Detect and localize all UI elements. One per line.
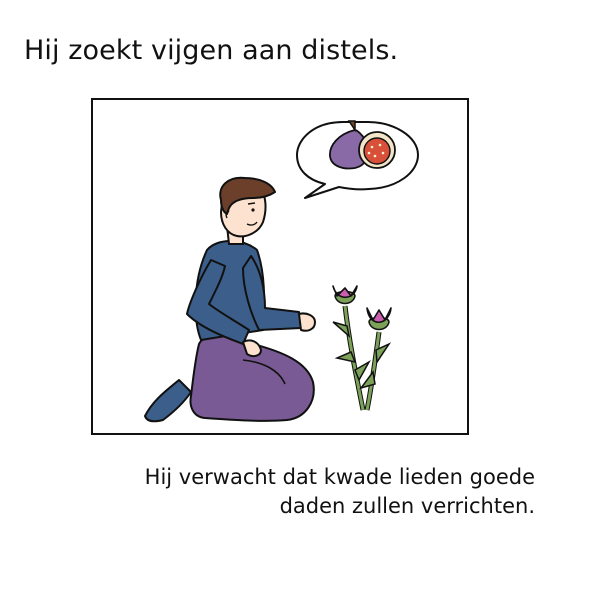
thistle-plants xyxy=(332,285,392,411)
caption-line-1: Hij verwacht dat kwade lieden goede xyxy=(144,465,535,489)
caption-line-2: daden zullen verrichten. xyxy=(279,494,535,518)
illustration xyxy=(144,120,419,423)
illustration-panel xyxy=(91,98,469,435)
caption: Hij verwacht dat kwade lieden goede dade… xyxy=(65,463,535,521)
kneeling-man xyxy=(144,176,316,423)
page-title: Hij zoekt vijgen aan distels. xyxy=(24,35,399,66)
